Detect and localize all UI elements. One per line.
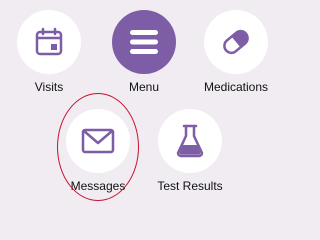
visits-tile[interactable]: Visits xyxy=(4,10,94,100)
medications-label[interactable]: Medications xyxy=(181,80,291,94)
menu-button[interactable] xyxy=(112,10,176,74)
test-results-tile[interactable]: Test Results xyxy=(145,109,235,199)
messages-tile[interactable]: Messages xyxy=(53,109,143,199)
home-shortcuts-panel: Visits Menu Medications Messages Test Re… xyxy=(0,0,289,202)
calendar-icon xyxy=(35,27,63,56)
flask-icon xyxy=(176,124,204,158)
medications-button[interactable] xyxy=(204,10,268,74)
menu-tile[interactable]: Menu xyxy=(99,10,189,100)
medications-tile[interactable]: Medications xyxy=(191,10,281,100)
hamburger-menu-icon xyxy=(130,30,158,54)
visits-button[interactable] xyxy=(17,10,81,74)
envelope-icon xyxy=(81,128,115,154)
test-results-button[interactable] xyxy=(158,109,222,173)
pill-capsule-icon xyxy=(223,29,249,55)
test-results-label[interactable]: Test Results xyxy=(135,179,245,193)
messages-button[interactable] xyxy=(66,109,130,173)
